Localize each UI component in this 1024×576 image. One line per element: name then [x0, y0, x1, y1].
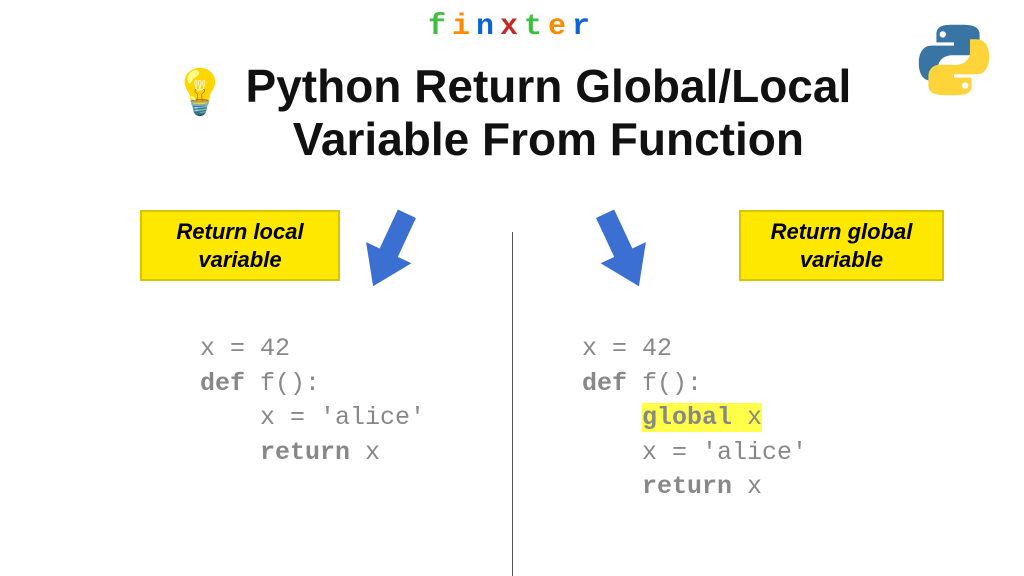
code-text: x = 'alice' — [582, 438, 807, 467]
keyword-return: return — [642, 472, 732, 501]
brand-letter: x — [500, 10, 524, 44]
brand-letter: i — [452, 10, 476, 44]
content-columns: Return local variable x = 42 def f(): x … — [0, 210, 1024, 576]
keyword-global-highlighted: global — [642, 403, 732, 432]
brand-letter: f — [428, 10, 452, 44]
code-text: f(): — [245, 369, 320, 398]
code-indent — [200, 438, 260, 467]
code-text: x = 42 — [582, 334, 672, 363]
code-text-highlighted: x — [732, 403, 762, 432]
brand-letter: e — [548, 10, 572, 44]
brand-letter: n — [476, 10, 500, 44]
arrow-down-icon — [567, 192, 678, 307]
code-text: x = 'alice' — [200, 403, 425, 432]
title-line-1: Python Return Global/Local — [246, 60, 852, 112]
code-text: x — [350, 438, 380, 467]
brand-letter: r — [572, 10, 596, 44]
code-text: x — [732, 472, 762, 501]
code-text: f(): — [627, 369, 702, 398]
keyword-def: def — [582, 369, 627, 398]
right-callout-line1: Return global — [771, 219, 913, 244]
code-indent — [582, 472, 642, 501]
right-callout: Return global variable — [739, 210, 944, 281]
left-column: Return local variable x = 42 def f(): x … — [0, 210, 512, 576]
right-code-block: x = 42 def f(): global x x = 'alice' ret… — [582, 332, 807, 505]
right-callout-line2: variable — [800, 247, 883, 272]
brand-logo: finxter — [428, 10, 596, 44]
lightbulb-icon: 💡 — [173, 66, 228, 118]
left-code-block: x = 42 def f(): x = 'alice' return x — [200, 332, 425, 470]
brand-letter: t — [524, 10, 548, 44]
page-title: Python Return Global/Local Variable From… — [246, 60, 852, 166]
left-callout-line2: variable — [198, 247, 281, 272]
keyword-return: return — [260, 438, 350, 467]
right-column: Return global variable x = 42 def f(): g… — [512, 210, 1024, 576]
keyword-def: def — [200, 369, 245, 398]
code-indent — [582, 403, 642, 432]
title-line-2: Variable From Function — [293, 113, 804, 165]
arrow-down-icon — [335, 192, 446, 307]
left-callout-line1: Return local — [176, 219, 303, 244]
left-callout: Return local variable — [140, 210, 340, 281]
code-text: x = 42 — [200, 334, 290, 363]
